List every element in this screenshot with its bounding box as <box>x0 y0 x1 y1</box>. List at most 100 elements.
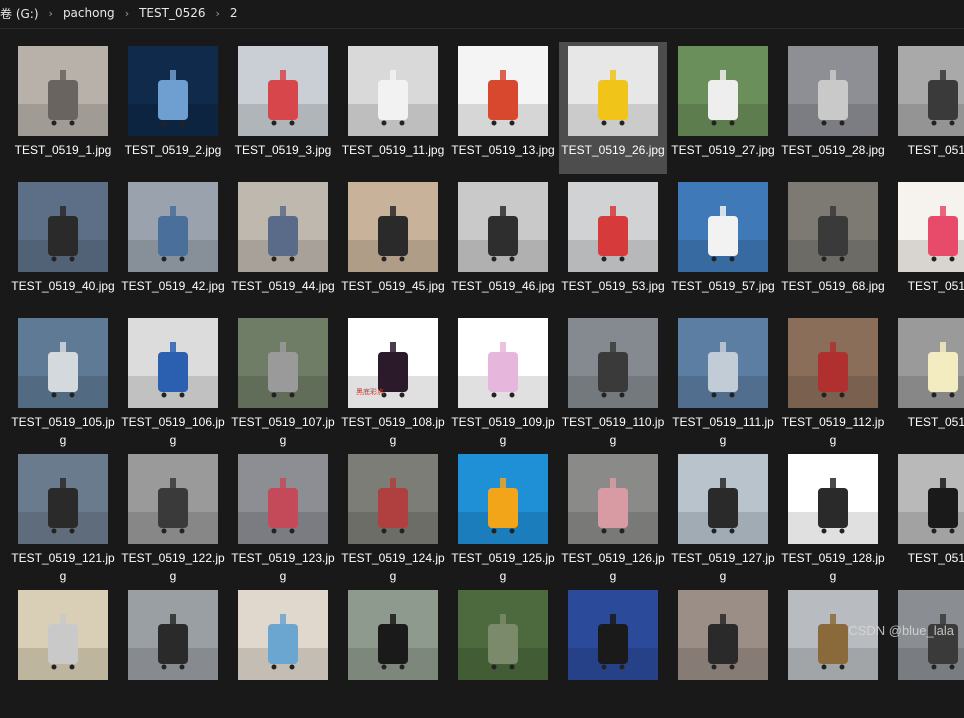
street-thumbnail <box>568 318 658 408</box>
file-item[interactable]: TEST_0519_125.jpg <box>449 450 557 583</box>
file-item[interactable]: TEST_0519_ <box>889 450 964 582</box>
illustration-women-thumbnail <box>898 182 964 272</box>
file-name: TEST_0519_128.jpg <box>781 551 885 583</box>
cartoon-traveler-thumbnail <box>458 46 548 136</box>
man-leaning-thumbnail <box>348 590 438 680</box>
file-item[interactable]: TEST_0519_126.jpg <box>559 450 667 583</box>
file-item[interactable]: TEST_0519_1.jpg <box>9 42 117 174</box>
file-name: TEST_0519_ <box>907 143 964 157</box>
file-item[interactable]: TEST_0519_53.jpg <box>559 178 667 310</box>
file-name: TEST_0519_1.jpg <box>14 143 112 157</box>
file-name: TEST_0519_26.jpg <box>561 143 665 157</box>
file-item[interactable] <box>229 586 337 718</box>
file-item[interactable]: TEST_0519_ <box>889 42 964 174</box>
woman-jeans-thumbnail <box>128 182 218 272</box>
file-name: TEST_0519_53.jpg <box>561 279 665 293</box>
file-item[interactable]: TEST_0519_127.jpg <box>669 450 777 583</box>
woman-with-luggage-thumbnail <box>18 46 108 136</box>
group-walking-thumbnail <box>128 454 218 544</box>
street-market-thumbnail <box>348 454 438 544</box>
city-buildings-thumbnail <box>678 318 768 408</box>
file-item[interactable] <box>889 586 964 718</box>
watermark: CSDN @blue_lala <box>848 623 954 638</box>
file-item[interactable]: TEST_0519_27.jpg <box>669 42 777 174</box>
man-blue-terminal-thumbnail <box>678 182 768 272</box>
blue-suitcase-thumbnail <box>128 318 218 408</box>
file-item[interactable]: TEST_0519_26.jpg <box>559 42 667 174</box>
file-name: TEST_0519_105.jpg <box>11 415 115 447</box>
file-item[interactable]: TEST_0519_11.jpg <box>339 42 447 174</box>
file-item[interactable]: TEST_0519_2.jpg <box>119 42 227 174</box>
file-name: TEST_0519_123.jpg <box>231 551 335 583</box>
file-name: TEST_0519_3.jpg <box>234 143 332 157</box>
file-item[interactable] <box>119 586 227 718</box>
thumbnail-caption: 黑底彩点 <box>356 387 384 396</box>
red-suitcase-thumbnail <box>238 46 328 136</box>
two-women-thumbnail <box>568 454 658 544</box>
file-item[interactable]: TEST_0519_3.jpg <box>229 42 337 174</box>
file-item[interactable]: TEST_0519_112.jpg <box>779 314 887 447</box>
file-name: TEST_0519_121.jpg <box>11 551 115 583</box>
file-name: TEST_0519_107.jpg <box>231 415 335 447</box>
file-item[interactable]: TEST_0519_42.jpg <box>119 178 227 310</box>
file-item[interactable]: TEST_0519_109.jpg <box>449 314 557 447</box>
black-suitcase-thumbnail <box>788 454 878 544</box>
man-with-suitcase-thumbnail <box>678 46 768 136</box>
file-item[interactable]: TEST_0519_105.jpg <box>9 314 117 447</box>
file-item[interactable]: TEST_0519_40.jpg <box>9 178 117 310</box>
file-item[interactable]: 黑底彩点 TEST_0519_108.jpg <box>339 314 447 447</box>
file-item[interactable] <box>559 586 667 718</box>
file-name: TEST_0519_28.jpg <box>781 143 885 157</box>
file-name: TEST_0519_127.jpg <box>671 551 775 583</box>
file-item[interactable]: TEST_0519_ <box>889 178 964 310</box>
file-item[interactable]: TEST_0519_68.jpg <box>779 178 887 310</box>
crowd-thumbnail <box>678 590 768 680</box>
file-item[interactable]: TEST_0519_124.jpg <box>339 450 447 583</box>
blue-suitcase-hand-thumbnail <box>238 590 328 680</box>
file-name: TEST_0519_122.jpg <box>121 551 225 583</box>
white-suitcase-thumbnail <box>348 46 438 136</box>
trees-thumbnail <box>458 590 548 680</box>
file-name: TEST_0519_108.jpg <box>341 415 445 447</box>
file-item[interactable]: TEST_0519_121.jpg <box>9 450 117 583</box>
file-item[interactable]: TEST_0519_128.jpg <box>779 450 887 583</box>
people-group-thumbnail <box>128 590 218 680</box>
polka-dot-bag-thumbnail: 黑底彩点 <box>348 318 438 408</box>
file-name: TEST_0519_11.jpg <box>341 143 445 157</box>
file-item[interactable]: TEST_0519_44.jpg <box>229 178 337 310</box>
file-item[interactable] <box>669 586 777 718</box>
file-name: TEST_0519_27.jpg <box>671 143 775 157</box>
file-item[interactable]: TEST_0519_13.jpg <box>449 42 557 174</box>
file-item[interactable] <box>9 586 117 718</box>
file-name: TEST_0519_106.jpg <box>121 415 225 447</box>
file-item[interactable]: TEST_0519_45.jpg <box>339 178 447 310</box>
file-item[interactable]: TEST_0519_ <box>889 314 964 446</box>
file-name: TEST_0519_ <box>907 415 964 429</box>
file-item[interactable]: TEST_0519_57.jpg <box>669 178 777 310</box>
file-name: TEST_0519_2.jpg <box>124 143 222 157</box>
file-item[interactable] <box>339 586 447 718</box>
file-item[interactable]: TEST_0519_107.jpg <box>229 314 337 447</box>
silver-suitcase-thumbnail <box>18 590 108 680</box>
file-name: TEST_0519_124.jpg <box>341 551 445 583</box>
file-item[interactable]: TEST_0519_111.jpg <box>669 314 777 447</box>
file-item[interactable] <box>779 586 887 718</box>
file-name: TEST_0519_44.jpg <box>231 279 335 293</box>
reflective-floor-thumbnail <box>18 318 108 408</box>
file-name: TEST_0519_42.jpg <box>121 279 225 293</box>
woman-blue-wall-thumbnail <box>568 590 658 680</box>
file-item[interactable]: TEST_0519_28.jpg <box>779 42 887 174</box>
file-item[interactable]: TEST_0519_122.jpg <box>119 450 227 583</box>
woman-black-suitcase-thumbnail <box>898 454 964 544</box>
storefront-crowd-thumbnail <box>788 318 878 408</box>
file-item[interactable]: TEST_0519_123.jpg <box>229 450 337 583</box>
file-grid: TEST_0519_1.jpg TEST_0519_2.jpg TEST_0519_… <box>0 0 964 680</box>
collage-thumbnail <box>18 454 108 544</box>
file-item[interactable]: TEST_0519_110.jpg <box>559 314 667 447</box>
file-item[interactable]: TEST_0519_46.jpg <box>449 178 557 310</box>
couple-luggage-thumbnail <box>238 454 328 544</box>
file-name: TEST_0519_ <box>907 279 964 293</box>
orange-suitcase-thumbnail <box>458 454 548 544</box>
file-item[interactable] <box>449 586 557 718</box>
file-item[interactable]: TEST_0519_106.jpg <box>119 314 227 447</box>
